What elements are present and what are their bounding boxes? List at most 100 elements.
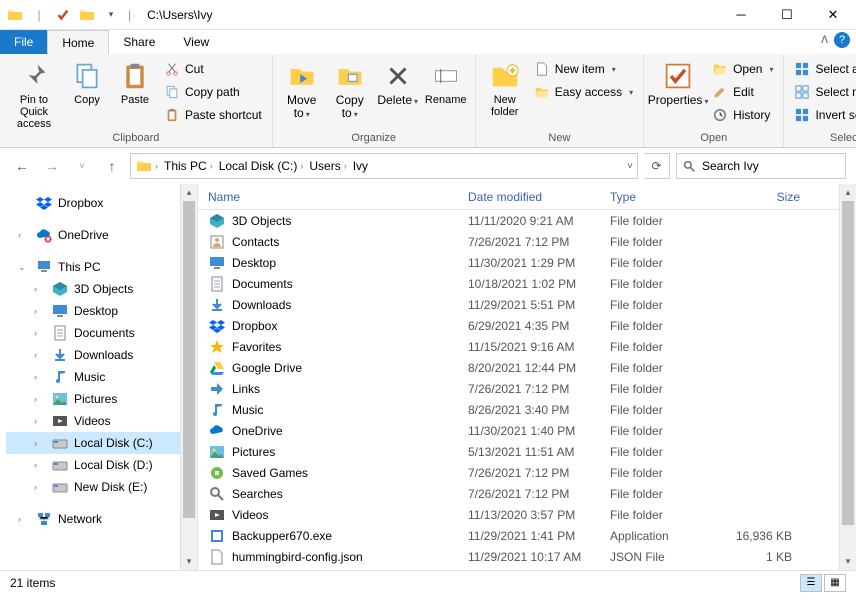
table-row[interactable]: Google Drive8/20/2021 12:44 PMFile folde…: [198, 357, 856, 378]
tab-home[interactable]: Home: [47, 30, 109, 54]
column-date[interactable]: Date modified: [468, 190, 610, 204]
newfolder-button[interactable]: New folder: [482, 56, 528, 118]
qat-newfolder-icon[interactable]: [76, 4, 98, 26]
sidebar-item-desktop[interactable]: ›Desktop: [6, 300, 197, 322]
close-button[interactable]: ✕: [810, 0, 856, 30]
window-title: C:\Users\Ivy: [139, 8, 220, 22]
search-input[interactable]: Search Ivy: [676, 153, 846, 179]
cut-button[interactable]: Cut: [160, 58, 266, 80]
sidebar-item-onedrive[interactable]: ›OneDrive: [6, 224, 197, 246]
address-bar[interactable]: › This PC› Local Disk (C:)› Users› Ivy ˅: [130, 153, 638, 179]
help-icon[interactable]: ?: [834, 32, 850, 48]
column-size[interactable]: Size: [730, 190, 800, 204]
file-name: Videos: [226, 508, 468, 522]
table-row[interactable]: Desktop11/30/2021 1:29 PMFile folder: [198, 252, 856, 273]
qat-folder-icon[interactable]: [4, 4, 26, 26]
table-row[interactable]: Contacts7/26/2021 7:12 PMFile folder: [198, 231, 856, 252]
sidebar-item-downloads[interactable]: ›Downloads: [6, 344, 197, 366]
recent-locations-icon[interactable]: ˅: [70, 154, 94, 178]
qat-customize-icon[interactable]: ▾: [100, 4, 122, 26]
sidebar-item-diskc[interactable]: ›Local Disk (C:): [6, 432, 197, 454]
sidebar-item-pictures[interactable]: ›Pictures: [6, 388, 197, 410]
tab-share[interactable]: Share: [109, 30, 169, 54]
minimize-button[interactable]: ─: [718, 0, 764, 30]
breadcrumb[interactable]: This PC: [164, 159, 207, 173]
file-type: JSON File: [610, 550, 730, 564]
table-row[interactable]: Dropbox6/29/2021 4:35 PMFile folder: [198, 315, 856, 336]
table-row[interactable]: Saved Games7/26/2021 7:12 PMFile folder: [198, 462, 856, 483]
address-dropdown-icon[interactable]: ˅: [627, 161, 633, 172]
tab-file[interactable]: File: [0, 30, 47, 54]
file-name: Downloads: [226, 298, 468, 312]
copypath-button[interactable]: Copy path: [160, 81, 266, 103]
table-row[interactable]: Favorites11/15/2021 9:16 AMFile folder: [198, 336, 856, 357]
tab-view[interactable]: View: [169, 30, 223, 54]
pasteshortcut-button[interactable]: Paste shortcut: [160, 104, 266, 126]
invertselection-button[interactable]: Invert selection: [790, 104, 856, 126]
sidebar-item-3dobjects[interactable]: ›3D Objects: [6, 278, 197, 300]
properties-button[interactable]: Properties▾: [650, 56, 706, 108]
copy-button[interactable]: Copy: [64, 56, 110, 106]
file-name: Music: [226, 403, 468, 417]
edit-button[interactable]: Edit: [708, 81, 777, 103]
sidebar-item-documents[interactable]: ›Documents: [6, 322, 197, 344]
column-type[interactable]: Type: [610, 190, 730, 204]
refresh-button[interactable]: ⟳: [644, 153, 670, 179]
file-name: Contacts: [226, 235, 468, 249]
file-name: 3D Objects: [226, 214, 468, 228]
newitem-button[interactable]: New item▾: [530, 58, 637, 80]
paste-button[interactable]: Paste: [112, 56, 158, 106]
selectnone-button[interactable]: Select none: [790, 81, 856, 103]
forward-button[interactable]: →: [40, 154, 64, 178]
history-button[interactable]: History: [708, 104, 777, 126]
file-type: File folder: [610, 235, 730, 249]
file-name: Google Drive: [226, 361, 468, 375]
breadcrumb[interactable]: Ivy: [353, 159, 368, 173]
file-name: Pictures: [226, 445, 468, 459]
file-icon: [208, 549, 226, 565]
table-row[interactable]: 3D Objects11/11/2020 9:21 AMFile folder: [198, 210, 856, 231]
file-date: 7/26/2021 7:12 PM: [468, 466, 610, 480]
table-row[interactable]: Documents10/18/2021 1:02 PMFile folder: [198, 273, 856, 294]
back-button[interactable]: ←: [10, 154, 34, 178]
column-name[interactable]: Name: [208, 190, 468, 204]
sidebar-item-dropbox[interactable]: Dropbox: [6, 192, 197, 214]
sidebar-item-thispc[interactable]: ⌄This PC: [6, 256, 197, 278]
file-icon: [208, 465, 226, 481]
delete-button[interactable]: Delete▾: [375, 56, 421, 108]
rename-button[interactable]: Rename: [423, 56, 469, 106]
table-row[interactable]: Music8/26/2021 3:40 PMFile folder: [198, 399, 856, 420]
open-button[interactable]: Open▾: [708, 58, 777, 80]
table-row[interactable]: Links7/26/2021 7:12 PMFile folder: [198, 378, 856, 399]
table-row[interactable]: hummingbird-config.json11/29/2021 10:17 …: [198, 546, 856, 567]
pin-quickaccess-button[interactable]: Pin to Quick access: [6, 56, 62, 130]
table-row[interactable]: Pictures5/13/2021 11:51 AMFile folder: [198, 441, 856, 462]
table-row[interactable]: OneDrive11/30/2021 1:40 PMFile folder: [198, 420, 856, 441]
table-row[interactable]: Searches7/26/2021 7:12 PMFile folder: [198, 483, 856, 504]
sidebar-item-network[interactable]: ›Network: [6, 508, 197, 530]
moveto-button[interactable]: Move to▾: [279, 56, 325, 121]
table-row[interactable]: Videos11/13/2020 3:57 PMFile folder: [198, 504, 856, 525]
main-scrollbar[interactable]: ▴▾: [839, 184, 856, 570]
sidebar-item-diske[interactable]: ›New Disk (E:): [6, 476, 197, 498]
collapse-ribbon-icon[interactable]: ᐱ: [821, 35, 828, 46]
sidebar-item-videos[interactable]: ›Videos: [6, 410, 197, 432]
maximize-button[interactable]: ☐: [764, 0, 810, 30]
table-row[interactable]: Downloads11/29/2021 5:51 PMFile folder: [198, 294, 856, 315]
breadcrumb[interactable]: Local Disk (C:): [219, 159, 298, 173]
easyaccess-button[interactable]: Easy access▾: [530, 81, 637, 103]
selectall-button[interactable]: Select all: [790, 58, 856, 80]
table-row[interactable]: Backupper670.exe11/29/2021 1:41 PMApplic…: [198, 525, 856, 546]
file-icon: [208, 444, 226, 460]
nav-scrollbar[interactable]: ▴▾: [180, 184, 197, 570]
up-button[interactable]: ↑: [100, 154, 124, 178]
sidebar-item-music[interactable]: ›Music: [6, 366, 197, 388]
sidebar-item-diskd[interactable]: ›Local Disk (D:): [6, 454, 197, 476]
qat-properties-icon[interactable]: [52, 4, 74, 26]
view-icons-button[interactable]: ▦: [824, 574, 846, 592]
view-details-button[interactable]: ☰: [800, 574, 822, 592]
copyto-button[interactable]: Copy to▾: [327, 56, 373, 121]
file-icon: [208, 423, 226, 439]
breadcrumb[interactable]: Users: [309, 159, 340, 173]
file-name: Favorites: [226, 340, 468, 354]
